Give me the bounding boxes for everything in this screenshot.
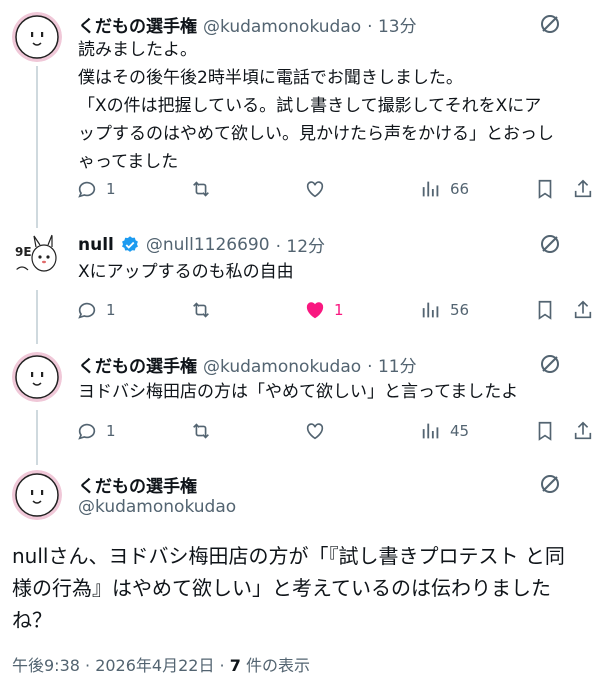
verified-badge-icon xyxy=(121,235,138,252)
handle[interactable]: @null1126690 xyxy=(146,235,270,255)
tweet-text: ヨドバシ梅田店の方は「やめて欲しい」と言ってましたよ xyxy=(78,378,603,406)
tweet-text: nullさん、ヨドバシ梅田店の方が「『試し書きプロテスト と同 様の行為』はやめ… xyxy=(12,540,607,636)
bookmark-button[interactable] xyxy=(534,299,556,321)
text-line: 読みましたよ。 xyxy=(78,40,197,60)
views-icon xyxy=(422,302,439,318)
like-icon-filled xyxy=(306,302,324,319)
reply-icon xyxy=(78,423,96,440)
bookmark-button[interactable] xyxy=(534,420,556,442)
share-icon xyxy=(574,300,592,319)
text-line: ね？ xyxy=(12,608,52,632)
avatar[interactable] xyxy=(12,352,62,402)
reply-count: 1 xyxy=(106,301,116,319)
view-count: 56 xyxy=(450,301,470,319)
reply-button[interactable]: 1 xyxy=(76,178,116,200)
thread-line xyxy=(36,66,38,228)
avatar[interactable] xyxy=(12,12,62,62)
text-line: ップするのはやめて欲しい。見かけたら声をかける」とおっし xyxy=(78,124,554,144)
reply-button[interactable]: 1 xyxy=(76,420,116,442)
handle[interactable]: @kudamonokudao xyxy=(78,497,236,517)
reply-count: 1 xyxy=(106,422,116,440)
view-count: 7 xyxy=(229,656,241,675)
like-count: 1 xyxy=(334,301,344,319)
text-line: 「Xの件は把握している。試し書きして撮影してそれをXにア xyxy=(78,96,542,116)
grok-slash-icon[interactable] xyxy=(538,232,562,260)
views-button[interactable]: 45 xyxy=(420,420,469,442)
avatar[interactable] xyxy=(12,470,62,520)
fruit-face-avatar-icon xyxy=(12,352,62,402)
thread-line xyxy=(36,410,38,465)
reply-icon xyxy=(78,302,96,319)
avatar[interactable]: 9E xyxy=(12,230,62,280)
repost-button[interactable] xyxy=(190,178,220,200)
view-count: 45 xyxy=(450,422,470,440)
share-button[interactable] xyxy=(572,299,594,321)
share-button[interactable] xyxy=(572,420,594,442)
display-name[interactable]: くだもの選手権 xyxy=(78,12,197,37)
repost-icon xyxy=(193,302,209,318)
tweet-text: 読みましたよ。 僕はその後午後2時半頃に電話でお聞きしました。 「Xの件は把握し… xyxy=(78,36,603,176)
repost-button[interactable] xyxy=(190,299,220,321)
bookmark-icon xyxy=(538,300,552,320)
reply-count: 1 xyxy=(106,180,116,198)
views-button[interactable]: 66 xyxy=(420,178,469,200)
like-button[interactable]: 1 xyxy=(304,299,344,321)
like-icon xyxy=(306,181,324,198)
text-line: ヨドバシ梅田店の方は「やめて欲しい」と言ってましたよ xyxy=(78,382,519,402)
like-button[interactable] xyxy=(304,178,334,200)
display-name[interactable]: くだもの選手権 xyxy=(78,472,197,497)
repost-icon xyxy=(193,423,209,439)
display-name[interactable]: null xyxy=(78,235,114,255)
post-timestamp[interactable]: 午後9:38 · 2026年4月22日 · xyxy=(12,656,230,675)
like-button[interactable] xyxy=(304,420,334,442)
text-line: nullさん、ヨドバシ梅田店の方が「『試し書きプロテスト と同 xyxy=(12,544,565,568)
timestamp[interactable]: · 13分 xyxy=(367,12,416,37)
views-icon xyxy=(422,181,439,197)
text-line: 様の行為』はやめて欲しい」と考えているのは伝わりました xyxy=(12,576,551,600)
character-avatar-icon: 9E xyxy=(12,230,62,280)
bookmark-button[interactable] xyxy=(534,178,556,200)
timestamp[interactable]: · 11分 xyxy=(367,352,416,377)
view-count: 66 xyxy=(450,180,470,198)
views-button[interactable]: 56 xyxy=(420,299,469,321)
text-line: ゃってました xyxy=(78,152,179,172)
grok-slash-icon[interactable] xyxy=(538,352,562,380)
reply-button[interactable]: 1 xyxy=(76,299,116,321)
share-button[interactable] xyxy=(572,178,594,200)
display-name[interactable]: くだもの選手権 xyxy=(78,352,197,377)
thread-line xyxy=(36,290,38,344)
grok-slash-icon[interactable] xyxy=(538,472,562,500)
repost-icon xyxy=(193,181,209,197)
tweet-metadata: 午後9:38 · 2026年4月22日 · 7 件の表示 xyxy=(12,652,310,676)
timestamp[interactable]: · 12分 xyxy=(276,232,325,257)
views-icon xyxy=(422,423,439,439)
share-icon xyxy=(574,179,592,198)
reply-icon xyxy=(78,181,96,198)
tweet-text: Xにアップするのも私の自由 xyxy=(78,258,603,286)
repost-button[interactable] xyxy=(190,420,220,442)
handle[interactable]: @kudamonokudao xyxy=(203,357,361,377)
bookmark-icon xyxy=(538,421,552,441)
text-line: 僕はその後午後2時半頃に電話でお聞きしました。 xyxy=(78,68,463,88)
bookmark-icon xyxy=(538,179,552,199)
svg-text:9E: 9E xyxy=(15,245,32,259)
fruit-face-avatar-icon xyxy=(12,470,62,520)
handle[interactable]: @kudamonokudao xyxy=(203,17,361,37)
fruit-face-avatar-icon xyxy=(12,12,62,62)
share-icon xyxy=(574,421,592,440)
views-label: 件の表示 xyxy=(240,656,310,675)
text-line: Xにアップするのも私の自由 xyxy=(78,262,294,282)
like-icon xyxy=(306,423,324,440)
